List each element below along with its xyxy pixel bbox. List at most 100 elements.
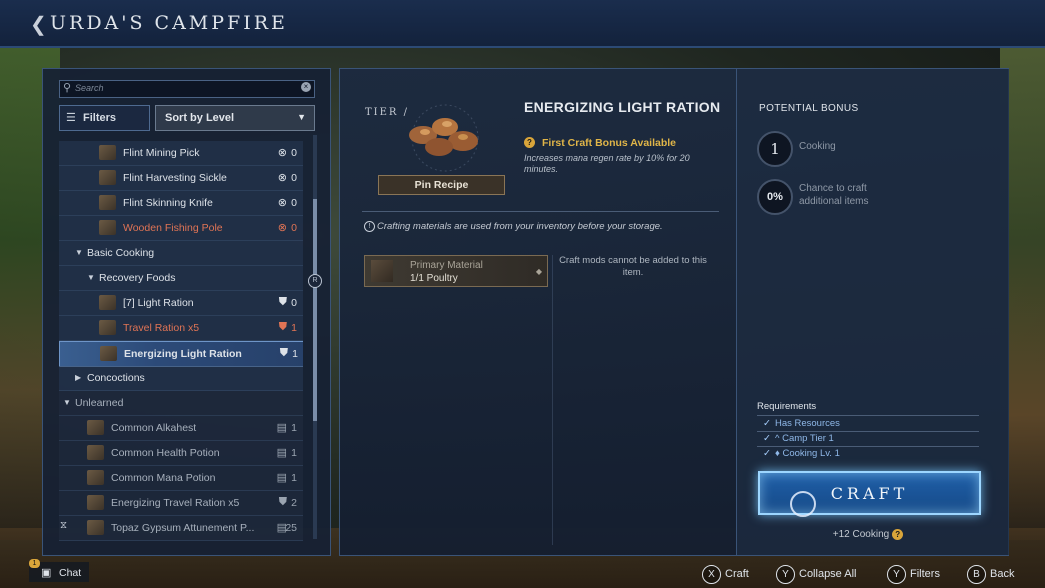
recipe-name: Flint Harvesting Sickle — [123, 172, 227, 184]
recipe-row[interactable]: [7] Light Ration ⛊ 0 — [59, 291, 303, 316]
filter-sliders-icon: ☰ — [66, 112, 76, 124]
scroll-icon: ▤ — [276, 422, 287, 434]
category-row[interactable]: ▼ Unlearned — [59, 391, 303, 416]
cooking-level-label: Cooking — [799, 141, 836, 152]
recipe-thumbnail-icon — [99, 220, 116, 235]
primary-material-slot[interactable]: Primary Material 1/1 Poultry ◆ — [364, 255, 548, 287]
category-row[interactable]: ▶ Concoctions — [59, 366, 303, 391]
recipe-list-scrollbar[interactable] — [313, 135, 317, 539]
recipe-thumbnail-icon — [87, 420, 104, 435]
sort-dropdown[interactable]: Sort by Level ▼ — [155, 105, 315, 131]
caret-right-icon: ▶ — [75, 373, 82, 382]
craft-xp-reward: +12 Cooking? — [737, 529, 999, 540]
scroll-icon: ▤ — [276, 447, 287, 459]
recipe-count: 0 — [291, 297, 297, 309]
recipe-thumbnail-icon — [100, 346, 117, 361]
materials-info-text: Crafting materials are used from your in… — [377, 221, 663, 232]
recipe-row[interactable]: Flint Mining Pick ⊗ 0 — [59, 141, 303, 166]
craft-xp-label: +12 Cooking — [832, 529, 890, 541]
recipe-name: Wooden Fishing Pole — [123, 222, 223, 234]
info-icon: ! — [364, 221, 375, 232]
hourglass-icon — [60, 470, 74, 484]
chat-button[interactable]: 1 ▣ Chat — [29, 559, 89, 582]
shield-icon: ⛊ — [278, 296, 287, 308]
category-row[interactable]: ▼ Basic Cooking — [59, 241, 303, 266]
recipe-count: 1 — [291, 322, 297, 334]
recipe-list: Flint Mining Pick ⊗ 0 Flint Harvesting Sick… — [59, 141, 303, 543]
recipe-count: 0 — [291, 147, 297, 159]
recipe-row[interactable]: Wooden Fishing Pole ⊗ 0 — [59, 216, 303, 241]
extra-item-chance-label: Chance to craft additional items — [799, 183, 869, 207]
recipe-count: 1 — [291, 472, 297, 484]
recipe-row[interactable]: Common Mana Potion ▤ 1 — [59, 466, 303, 491]
shield-icon: ⛊ — [278, 496, 287, 508]
recipe-list-panel: ⚲ Search × ☰ Filters Sort by Level ▼ Fli… — [42, 68, 331, 556]
energizing-light-ration-image — [409, 104, 479, 172]
chat-unread-badge: 1 — [29, 559, 40, 568]
unavailable-icon: ⊗ — [277, 222, 287, 234]
camp-icon: ^ — [774, 433, 783, 444]
recipe-thumbnail-icon — [99, 320, 116, 335]
recipe-row[interactable]: Flint Skinning Knife ⊗ 0 — [59, 191, 303, 216]
recipe-name: [7] Light Ration — [123, 297, 194, 309]
recipe-row[interactable]: Common Alkahest ▤ 1 — [59, 416, 303, 441]
scrollbar-thumb[interactable] — [313, 199, 317, 421]
recipe-count: 2 — [291, 497, 297, 509]
recipe-thumbnail-icon — [99, 170, 116, 185]
recipe-name: Energizing Travel Ration x5 — [111, 497, 240, 509]
potential-bonus-title: POTENTIAL BONUS — [759, 103, 859, 114]
recipe-row[interactable]: Common Health Potion ▤ 1 — [59, 441, 303, 466]
hint-craft[interactable]: X Craft — [702, 565, 749, 584]
recipe-count: 1 — [291, 422, 297, 434]
recipe-row[interactable]: Travel Ration x5 ⛊ 1 — [59, 316, 303, 341]
recipe-title: ENERGIZING LIGHT RATION — [524, 99, 721, 115]
hint-craft-label: Craft — [725, 568, 749, 580]
recipe-count: 1 — [291, 447, 297, 459]
category-label: Recovery Foods — [99, 272, 176, 284]
page-title: URDA'S CAMPFIRE — [50, 12, 288, 34]
first-craft-bonus-title: First Craft Bonus Available — [542, 137, 676, 149]
recipe-count: 0 — [291, 222, 297, 234]
requirements-divider — [757, 446, 979, 447]
hint-collapse-all[interactable]: Y Collapse All — [776, 565, 856, 584]
requirements-divider — [757, 431, 979, 432]
craft-mods-note: Craft mods cannot be added to this item. — [559, 255, 707, 278]
category-label: Concoctions — [87, 372, 145, 384]
caret-down-icon: ▼ — [87, 273, 95, 282]
right-stick-icon: R — [308, 274, 322, 288]
recipe-thumbnail-icon — [87, 470, 104, 485]
clear-search-icon[interactable]: × — [301, 82, 311, 92]
hourglass-icon — [60, 495, 74, 509]
recipe-row[interactable]: Energizing Travel Ration x5 ⛊ 2 — [59, 491, 303, 516]
recipe-thumbnail-icon — [99, 145, 116, 160]
recipe-name: Travel Ration x5 — [123, 322, 200, 334]
filters-button-label: Filters — [83, 112, 117, 124]
hint-filters-label: Filters — [910, 568, 940, 580]
unavailable-icon: ⊗ — [277, 197, 287, 209]
category-label: Unlearned — [75, 397, 124, 409]
primary-material-label: Primary Material — [410, 260, 483, 271]
hint-filters[interactable]: Y Filters — [887, 565, 940, 584]
search-input[interactable]: ⚲ Search × — [59, 80, 315, 98]
category-row[interactable]: ▼ Recovery Foods — [59, 266, 303, 291]
recipe-name: Topaz Gypsum Attunement P... — [111, 522, 255, 534]
y-button-icon: Y — [887, 565, 906, 584]
back-chevron-icon[interactable]: ❮ — [30, 12, 47, 37]
recipe-row[interactable]: Energizing Light Ration ⛊ 1 — [59, 341, 303, 367]
recipe-row[interactable]: Flint Harvesting Sickle ⊗ 0 — [59, 166, 303, 191]
hint-back[interactable]: B Back — [967, 565, 1014, 584]
craft-button[interactable]: CRAFT — [758, 471, 981, 517]
hint-collapse-all-label: Collapse All — [799, 568, 857, 580]
filters-button[interactable]: ☰ Filters — [59, 105, 150, 131]
checkmark-icon: ✓ — [763, 418, 771, 429]
recipe-name: Energizing Light Ration — [124, 348, 242, 360]
requirement-cooking-level: ✓ ♦ Cooking Lv. 1 — [763, 448, 840, 459]
category-label: Basic Cooking — [87, 247, 155, 259]
requirement-has-resources: ✓ Has Resources — [763, 418, 840, 429]
recipe-row[interactable]: ⧖ Topaz Gypsum Attunement P... ▤ 25 — [59, 516, 303, 541]
recipe-name: Flint Mining Pick — [123, 147, 200, 159]
x-button-icon: X — [702, 565, 721, 584]
pin-recipe-button[interactable]: Pin Recipe — [378, 175, 505, 195]
requirements-title: Requirements — [757, 401, 817, 412]
help-question-icon[interactable]: ? — [892, 529, 904, 540]
